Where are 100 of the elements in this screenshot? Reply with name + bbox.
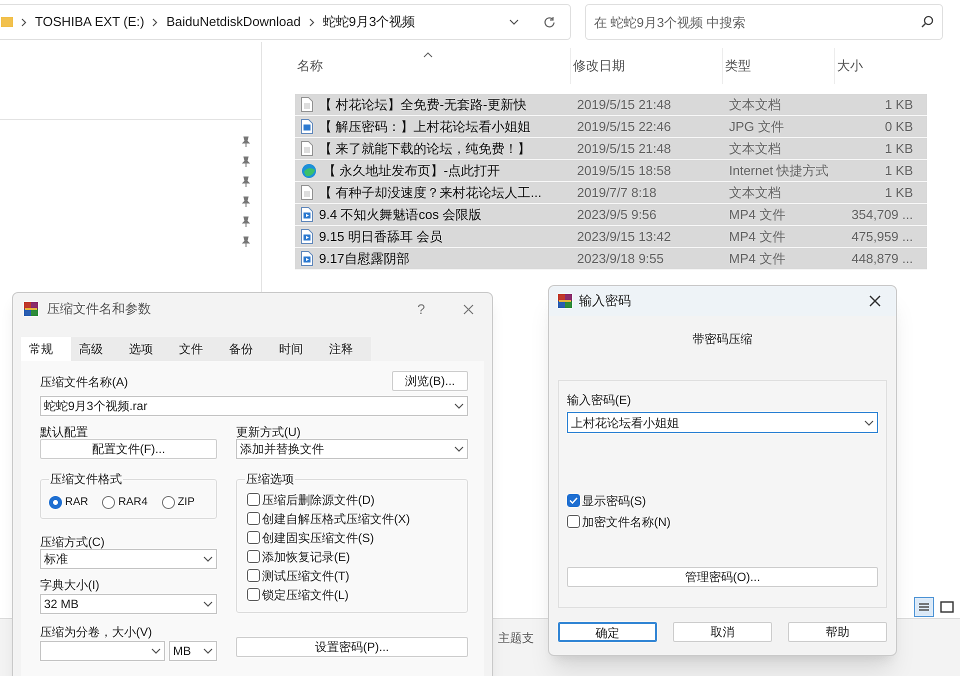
archive-app-icon xyxy=(557,293,573,309)
profiles-button[interactable]: 配置文件(F)... xyxy=(40,439,217,459)
column-header[interactable]: 修改日期 xyxy=(571,48,723,84)
dialog-button[interactable]: 帮助 xyxy=(788,622,887,642)
checkbox[interactable] xyxy=(247,493,260,506)
manage-passwords-button[interactable]: 管理密码(O)... xyxy=(567,567,878,587)
checkbox[interactable] xyxy=(567,515,580,528)
method-dropdown[interactable]: 标准 xyxy=(40,549,217,569)
field-label: 输入密码(E) xyxy=(567,392,632,409)
file-row[interactable]: 9.15 明日香舔耳 会员 2023/9/15 13:42 MP4 文件 475,959 ... xyxy=(295,226,927,248)
password-dropdown[interactable]: 上村花论坛看小姐姐 xyxy=(567,412,878,433)
details-view-icon[interactable] xyxy=(914,597,934,617)
file-row[interactable]: 【 来了就能下载的论坛，纯免费！】 2019/5/15 21:48 文本文档 1 KB xyxy=(295,138,927,160)
tab[interactable]: 备份 xyxy=(221,337,271,361)
archive-name-dropdown[interactable]: 蛇蛇9月3个视频.rar xyxy=(40,396,468,416)
dialog-button[interactable]: 确定 xyxy=(558,622,657,642)
checkbox[interactable] xyxy=(567,494,580,507)
field-label: 更新方式(U) xyxy=(236,424,302,439)
file-cell-text: 2019/5/15 21:48 xyxy=(577,140,671,158)
checkbox-label: 创建固实压缩文件(S) xyxy=(262,530,374,546)
update-mode-dropdown[interactable]: 添加并替换文件 xyxy=(236,439,468,459)
checkbox[interactable] xyxy=(247,588,260,601)
breadcrumb-item[interactable]: BaiduNetdiskDownload xyxy=(166,12,301,32)
pin-icon[interactable] xyxy=(241,196,251,208)
search-field[interactable]: 在 蛇蛇9月3个视频 中搜索 xyxy=(585,4,943,40)
help-button[interactable]: ? xyxy=(417,298,425,320)
checkbox-label: 加密文件名称(N) xyxy=(582,514,671,530)
document-icon xyxy=(301,97,313,112)
folder-icon xyxy=(1,15,13,29)
window-title: 压缩文件名和参数 xyxy=(47,300,151,318)
breadcrumb-item[interactable]: 蛇蛇9月3个视频 xyxy=(322,12,416,32)
dictionary-dropdown[interactable]: 32 MB xyxy=(40,594,217,614)
set-password-button[interactable]: 设置密码(P)... xyxy=(236,637,468,657)
window-title: 输入密码 xyxy=(579,292,631,310)
file-row[interactable]: 【 解压密码：】上村花论坛看小姐姐 2019/5/15 22:46 JPG 文件 0 KB xyxy=(295,116,927,138)
file-row[interactable]: 9.4 不知火舞魅语cos 会限版 2023/9/5 9:56 MP4 文件 354,709 ... xyxy=(295,204,927,226)
radio-label: RAR4 xyxy=(118,494,148,510)
radio-label: RAR xyxy=(65,494,88,510)
checkbox-label: 显示密码(S) xyxy=(582,492,646,510)
tab[interactable]: 文件 xyxy=(171,337,221,361)
tab[interactable]: 选项 xyxy=(121,337,171,361)
group-title: 压缩文件格式 xyxy=(49,470,123,488)
tab[interactable]: 注释 xyxy=(321,337,371,361)
tiles-view-icon[interactable] xyxy=(940,600,954,614)
pin-icon[interactable] xyxy=(241,136,251,148)
video-file-icon xyxy=(301,207,313,222)
refresh-icon[interactable] xyxy=(543,16,556,28)
file-cell-text: 【 村花论坛】全免费-无套路-更新快 xyxy=(319,96,526,114)
checkbox[interactable] xyxy=(247,569,260,582)
dialog-button[interactable]: 取消 xyxy=(673,622,772,642)
file-row[interactable]: 【 村花论坛】全免费-无套路-更新快 2019/5/15 21:48 文本文档 1 KB xyxy=(295,94,927,116)
file-cell-text: 2023/9/15 13:42 xyxy=(577,228,671,246)
checkbox-label: 创建自解压格式压缩文件(X) xyxy=(262,510,410,528)
field-label: 压缩为分卷，大小(V) xyxy=(40,624,153,641)
file-row[interactable]: 9.17自慰露阴部 2023/9/18 9:55 MP4 文件 448,879 ... xyxy=(295,248,927,270)
tab[interactable]: 常规 xyxy=(21,337,71,361)
history-dropdown-icon xyxy=(509,19,519,25)
checkbox[interactable] xyxy=(247,512,260,525)
file-cell-text: MP4 文件 xyxy=(729,228,786,246)
radio-button[interactable] xyxy=(162,496,175,508)
tab[interactable]: 高级 xyxy=(71,337,121,361)
checkbox-label: 测试压缩文件(T) xyxy=(262,568,350,584)
column-header[interactable]: 类型 xyxy=(723,48,835,84)
tab[interactable]: 时间 xyxy=(271,337,321,361)
image-file-icon xyxy=(301,119,313,134)
radio-button[interactable] xyxy=(49,496,62,508)
file-cell-text: 1 KB xyxy=(884,162,913,180)
file-cell-text: 9.4 不知火舞魅语cos 会限版 xyxy=(319,206,482,224)
chevron-down-icon xyxy=(151,648,161,654)
pin-icon[interactable] xyxy=(241,176,251,188)
column-header[interactable]: 名称 xyxy=(295,48,571,84)
address-bar[interactable]: TOSHIBA EXT (E:) BaiduNetdiskDownload 蛇蛇9月3个视频 xyxy=(0,4,571,40)
search-icon xyxy=(921,15,934,28)
pin-icon[interactable] xyxy=(241,156,251,168)
checkbox[interactable] xyxy=(247,531,260,544)
dialog-heading: 带密码压缩 xyxy=(692,331,752,348)
checkbox[interactable] xyxy=(247,550,260,563)
archive-app-icon xyxy=(23,301,39,317)
breadcrumb-item[interactable]: TOSHIBA EXT (E:) xyxy=(35,12,144,32)
checkbox-label: 添加恢复记录(E) xyxy=(262,548,350,566)
unit-dropdown[interactable]: MB xyxy=(169,641,217,661)
group-title: 压缩选项 xyxy=(245,470,295,488)
pin-icon[interactable] xyxy=(241,236,251,248)
field-label: 默认配置 xyxy=(40,424,89,439)
file-row[interactable]: 【 永久地址发布页】-点此打开 2019/5/15 18:58 Internet 快捷方式 1 KB xyxy=(295,160,927,182)
file-cell-text: 0 KB xyxy=(884,118,913,136)
breadcrumb-separator xyxy=(308,18,315,26)
chevron-down-icon xyxy=(454,403,464,409)
file-cell-text: Internet 快捷方式 xyxy=(729,162,829,180)
file-cell-text: 【 解压密码：】上村花论坛看小姐姐 xyxy=(319,118,531,136)
browse-button[interactable]: 浏览(B)... xyxy=(392,371,468,391)
file-cell-text: 2019/5/15 18:58 xyxy=(577,162,671,180)
radio-button[interactable] xyxy=(102,496,116,508)
chevron-down-icon xyxy=(203,648,213,654)
file-row[interactable]: 【 有种子却没速度？来村花论坛人工... 2019/7/7 8:18 文本文档 1 KB xyxy=(295,182,927,204)
close-icon[interactable] xyxy=(869,295,881,307)
pin-icon[interactable] xyxy=(241,216,251,228)
file-cell-text: 【 来了就能下载的论坛，纯免费！】 xyxy=(319,140,531,158)
column-header[interactable]: 大小 xyxy=(835,48,917,84)
file-cell-text: 1 KB xyxy=(884,96,913,114)
